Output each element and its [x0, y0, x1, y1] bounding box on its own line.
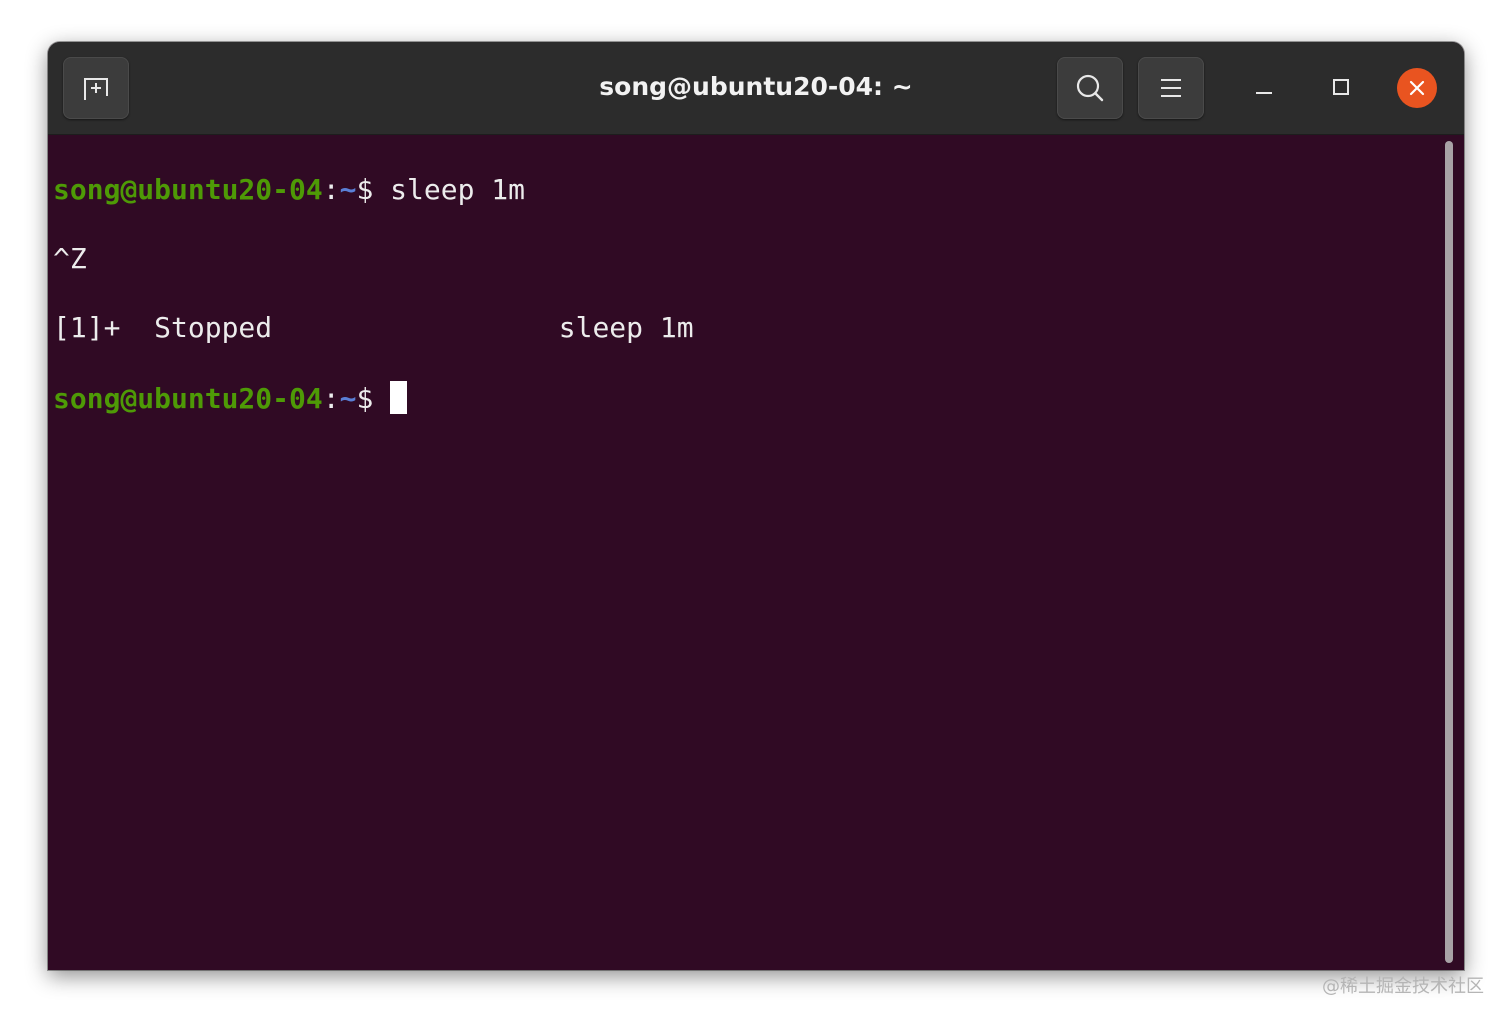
menu-button[interactable]: [1138, 57, 1204, 119]
terminal-window: song@ubuntu20-04: ~ song@ubuntu20-04:~$ …: [48, 42, 1464, 970]
watermark: @稀土掘金技术社区: [1322, 976, 1484, 997]
prompt-symbol: $: [356, 381, 374, 415]
terminal-line: [1]+ Stopped sleep 1m: [53, 311, 1464, 346]
new-tab-icon: [84, 78, 108, 100]
maximize-icon: [1333, 79, 1349, 95]
terminal-line: ^Z: [53, 242, 1464, 277]
prompt-user-host: song@ubuntu20-04: [53, 172, 323, 206]
minimize-icon: [1256, 92, 1272, 94]
output-text: [1]+ Stopped sleep 1m: [53, 311, 694, 345]
command-text: sleep 1m: [390, 172, 526, 206]
terminal-line: song@ubuntu20-04:~$ sleep 1m: [53, 173, 1464, 208]
close-icon: [1409, 80, 1425, 96]
prompt-path: ~: [339, 381, 357, 415]
search-button[interactable]: [1057, 57, 1123, 119]
prompt-path: ~: [339, 172, 357, 206]
scrollbar[interactable]: [1445, 141, 1453, 963]
prompt-separator: :: [322, 381, 340, 415]
search-icon: [1076, 74, 1104, 102]
output-text: ^Z: [53, 242, 87, 276]
minimize-button[interactable]: [1243, 66, 1285, 108]
terminal-line: song@ubuntu20-04:~$: [53, 380, 1464, 416]
hamburger-menu-icon: [1161, 79, 1181, 97]
prompt-separator: :: [322, 172, 340, 206]
prompt-user-host: song@ubuntu20-04: [53, 381, 323, 415]
new-tab-button[interactable]: [63, 57, 129, 119]
text-cursor: [390, 380, 408, 414]
close-button[interactable]: [1397, 68, 1437, 108]
title-bar: song@ubuntu20-04: ~: [48, 42, 1464, 135]
prompt-symbol: $: [356, 172, 374, 206]
terminal-output[interactable]: song@ubuntu20-04:~$ sleep 1m ^Z [1]+ Sto…: [48, 135, 1464, 970]
maximize-button[interactable]: [1320, 66, 1362, 108]
